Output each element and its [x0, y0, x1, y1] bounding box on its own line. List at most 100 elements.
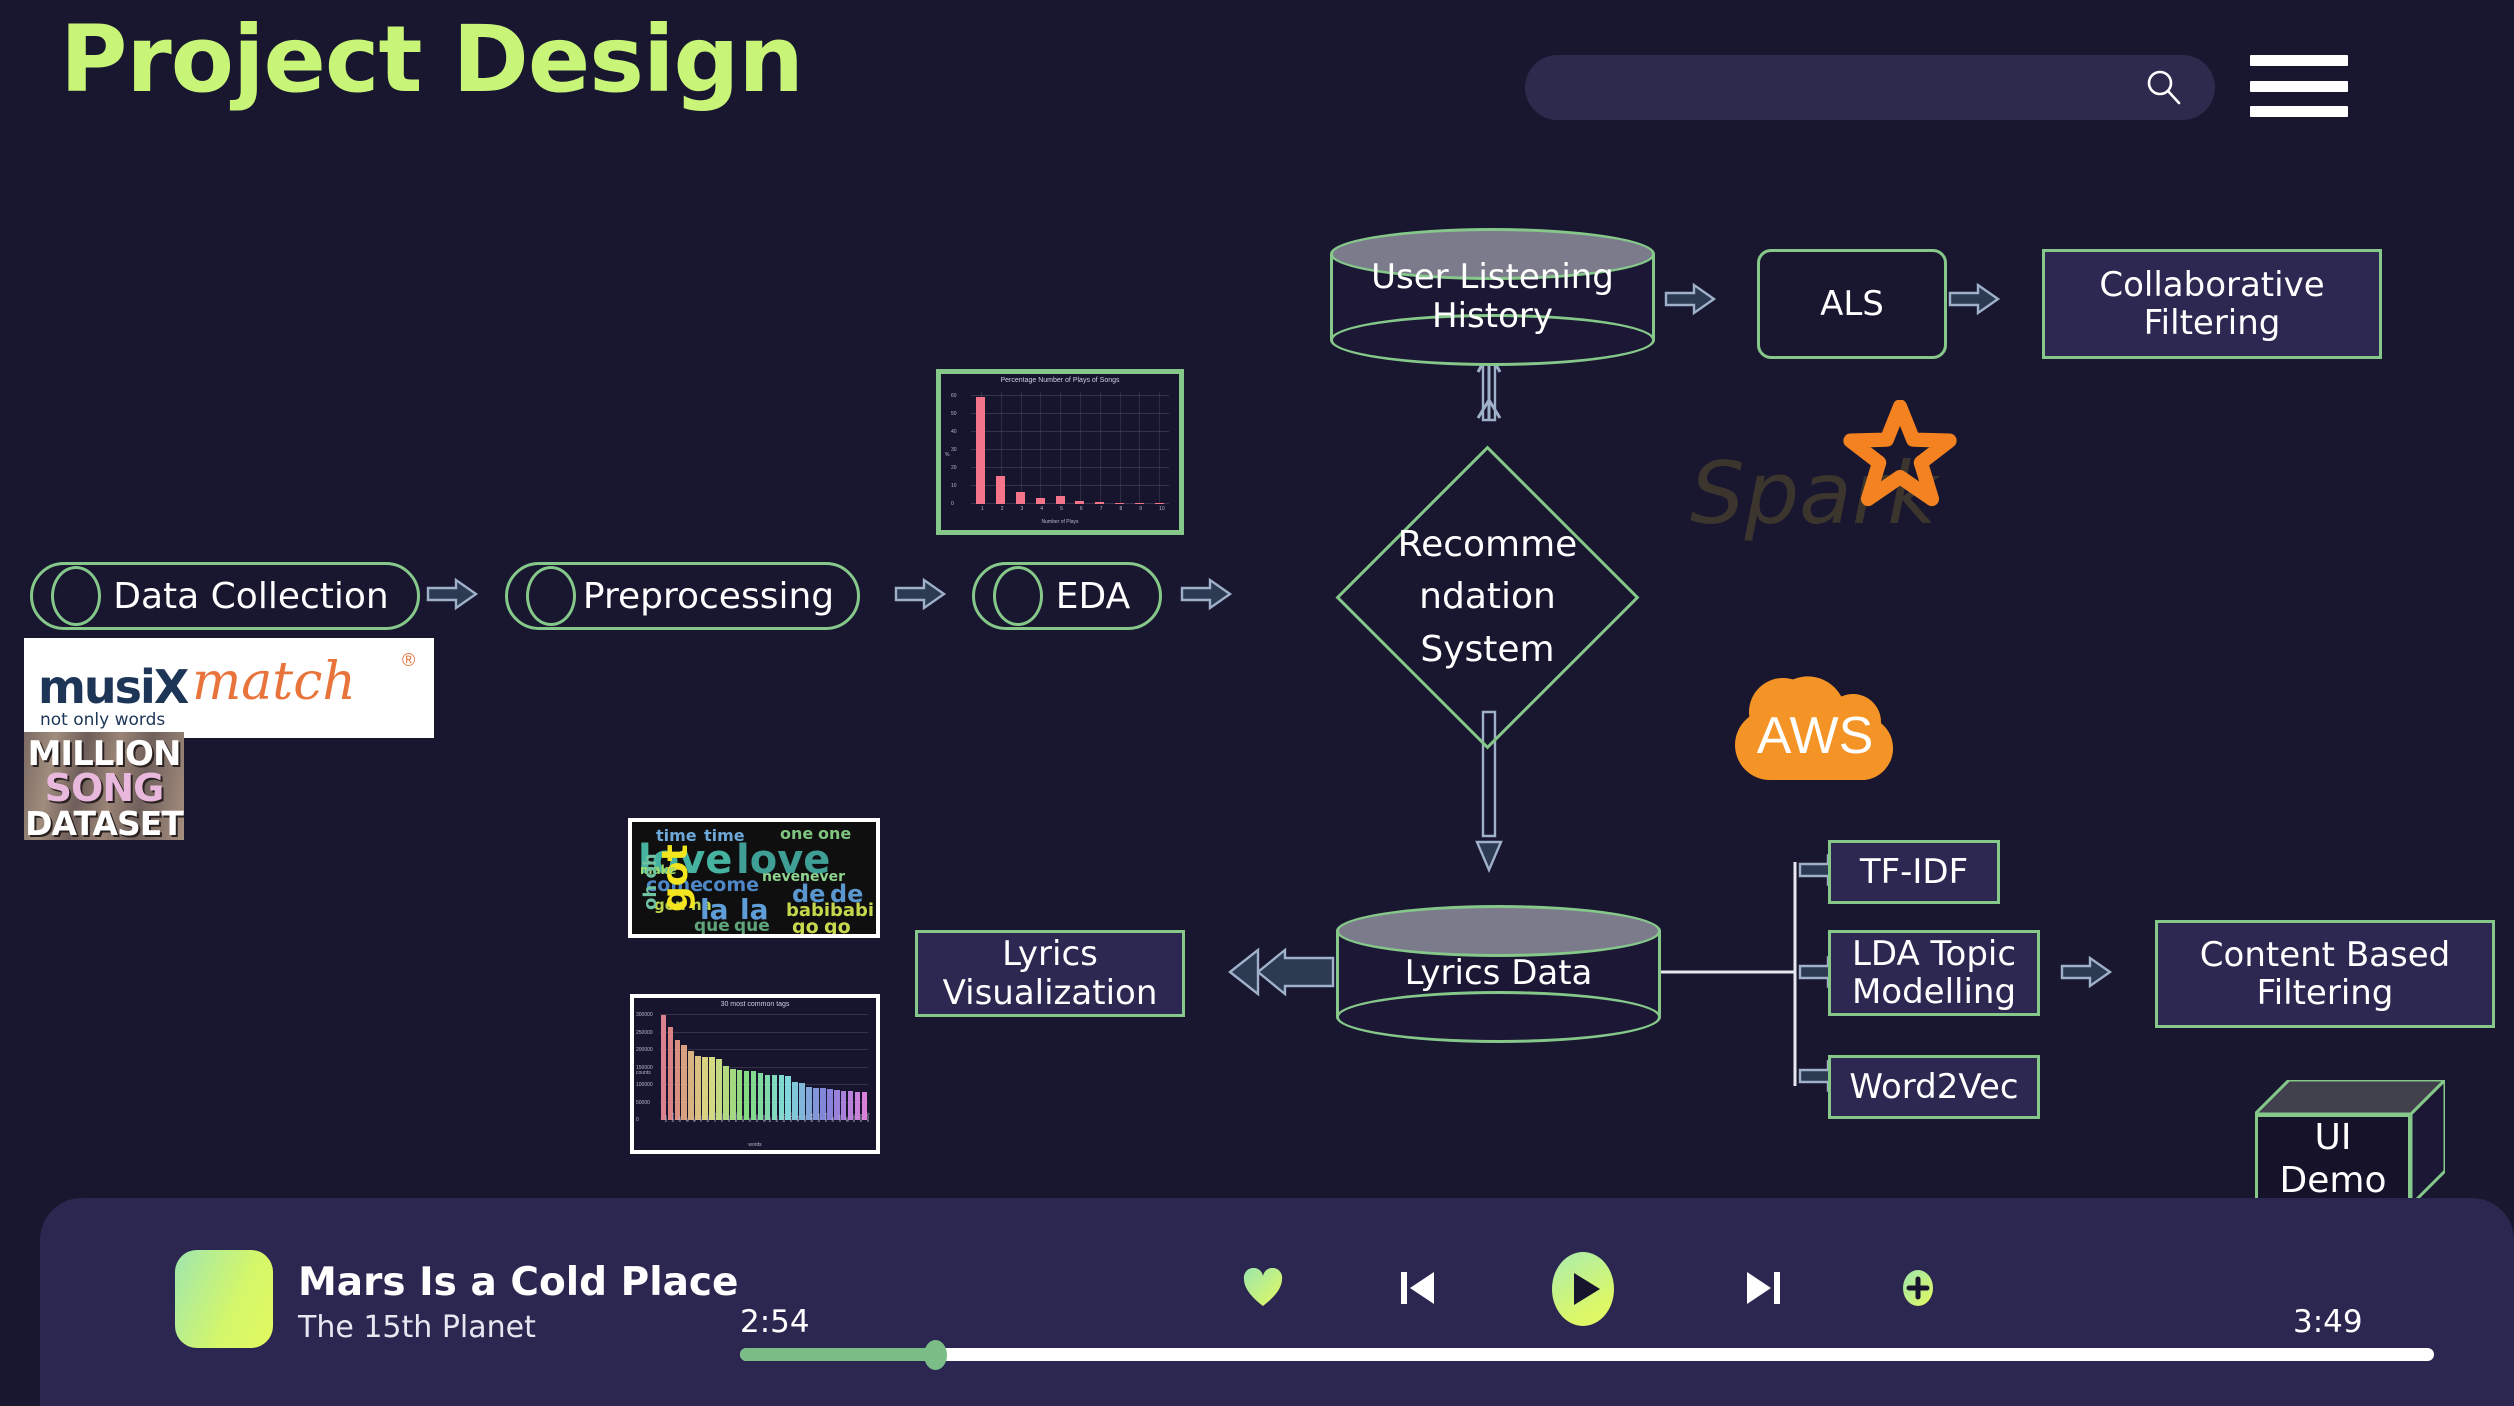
node-label: EDA [1055, 575, 1131, 617]
chart-xtick-label: take [753, 1114, 759, 1122]
node-user-listening-history[interactable]: User Listening History [1330, 228, 1655, 366]
musixmatch-word: musiX [38, 660, 189, 714]
chart-bar [1016, 491, 1025, 504]
chart-canvas: Percentage Number of Plays of Songs 0 10 2… [941, 374, 1179, 530]
chart-bar [764, 1074, 771, 1120]
chart-bar [660, 1015, 667, 1120]
arrow-eda-recommendation [1180, 578, 1232, 610]
node-label-line: Recomme [1397, 524, 1578, 566]
node-label: Data Collection [113, 575, 389, 617]
chart-ytick-label: 100000 [636, 1082, 653, 1089]
plus-circle-icon[interactable] [1900, 1268, 1936, 1308]
node-lyrics-visualization[interactable]: Lyrics Visualization [915, 930, 1185, 1017]
play-button[interactable] [1552, 1252, 1614, 1326]
node-label-line: LDA Topic [1851, 933, 2017, 974]
chart-bar [667, 1026, 674, 1120]
chart-ytick-label: 40 [951, 428, 957, 435]
node-label: UI Demo [2255, 1114, 2411, 1205]
chart-gridline [1099, 392, 1101, 504]
chart-xtick-label: 6 [1079, 506, 1083, 512]
node-label: Word2Vec [1849, 1066, 2019, 1107]
node-label: Preprocessing [582, 575, 835, 617]
arrow-als-collabfiltering [1948, 283, 2000, 315]
hamburger-bar [2250, 55, 2348, 66]
chart-bar [681, 1045, 688, 1120]
progress-knob[interactable] [923, 1340, 947, 1370]
node-tf-idf[interactable]: TF-IDF [1828, 840, 2000, 904]
search-icon[interactable] [2145, 68, 2183, 106]
progress-fill [740, 1348, 935, 1361]
chart-xtick-label: way [802, 1114, 808, 1122]
node-eda[interactable]: EDA [972, 562, 1162, 630]
chart-xtick-label: know [670, 1112, 676, 1122]
chart-gridline [1159, 392, 1161, 504]
search-input[interactable] [1525, 55, 2215, 120]
chart-xtick-label: like [677, 1115, 683, 1122]
chart-xtick-label: day [795, 1115, 801, 1122]
chart-xtick-label: 8 [1119, 506, 1123, 512]
node-lda-topic-modelling[interactable]: LDA Topic Modelling [1828, 930, 2040, 1016]
node-ui-demo[interactable]: UI Demo [2255, 1080, 2445, 1205]
node-data-collection[interactable]: Data Collection [30, 562, 420, 630]
node-preprocessing[interactable]: Preprocessing [505, 562, 860, 630]
node-label-line: System [1420, 628, 1555, 670]
chart-plot-area [660, 1012, 868, 1120]
node-label-line: Filtering [2143, 303, 2281, 343]
chart-ytick-label: 50 [951, 410, 957, 417]
million-song-dataset-logo: MILLION SONG DATASET [24, 732, 184, 840]
chart-bar [1154, 502, 1164, 504]
node-label: Recomme ndation System [1398, 490, 1578, 705]
chart-xtick-label: man [850, 1114, 856, 1122]
chart-xtick-label: look [836, 1114, 842, 1122]
chart-xtick-label: get [691, 1116, 697, 1122]
skip-next-icon[interactable] [1745, 1268, 1781, 1308]
node-label: LDA Topic Modelling [1852, 935, 2016, 1011]
chart-xtick-label: 10 [1159, 506, 1165, 512]
chart-eda-plays: Percentage Number of Plays of Songs 0 10 2… [936, 369, 1184, 535]
chart-xtick-label: 2 [1000, 506, 1004, 512]
node-recommendation-system[interactable]: Recomme ndation System [1335, 445, 1640, 750]
chart-bar [702, 1056, 708, 1120]
hamburger-menu-icon[interactable] [2250, 55, 2348, 117]
chart-bar [1115, 502, 1124, 504]
chart-gridline [1139, 392, 1141, 504]
chart-xtick-label: 4 [1040, 506, 1044, 512]
album-art[interactable] [175, 1250, 273, 1348]
chart-ytick-label: 0 [636, 1117, 639, 1123]
node-collaborative-filtering[interactable]: Collaborative Filtering [2042, 249, 2382, 359]
chart-xtick-label: want [718, 1113, 724, 1122]
chart-xtick-label: right [857, 1114, 863, 1122]
chart-xtick-label: baby [781, 1113, 787, 1122]
chart-bar [1055, 496, 1065, 504]
chart-gridline [1079, 392, 1081, 504]
duration-time: 3:49 [2293, 1304, 2363, 1340]
chart-bar [1075, 500, 1085, 504]
node-label-line: UI [2314, 1117, 2352, 1159]
skip-previous-icon[interactable] [1400, 1268, 1436, 1308]
chart-ylabel: counts [636, 1070, 651, 1076]
chart-bar [695, 1056, 701, 1120]
chart-common-tags: 30 most common tags 0 50000 100000 150000 20… [630, 994, 880, 1154]
node-als[interactable]: ALS [1757, 249, 1947, 359]
node-content-based-filtering[interactable]: Content Based Filtering [2155, 920, 2495, 1028]
lyrics-wordcloud-image: love love time time one one come come ne… [628, 818, 880, 938]
chart-xtick-label: one [698, 1115, 704, 1122]
progress-slider[interactable] [740, 1340, 2434, 1370]
chart-ytick-label: 20 [951, 464, 957, 471]
chart-xtick-label: think [809, 1113, 815, 1122]
heart-icon[interactable] [1242, 1268, 1284, 1308]
chart-bar [723, 1065, 729, 1120]
node-lyrics-data[interactable]: Lyrics Data [1336, 905, 1661, 1043]
chart-xtick-label: time [705, 1114, 711, 1122]
chart-gridline [660, 1014, 868, 1016]
musixmatch-tagline: not only words [40, 710, 166, 730]
chart-ytick-label: 250000 [636, 1029, 653, 1036]
chart-ytick-label: 0 [951, 501, 954, 507]
node-label-line: History [1432, 296, 1553, 336]
chart-bar [996, 476, 1006, 504]
node-label: Collaborative Filtering [2099, 266, 2324, 342]
node-label-line: Content Based [2199, 934, 2451, 975]
chart-bar [792, 1081, 798, 1120]
node-word2vec[interactable]: Word2Vec [1828, 1055, 2040, 1119]
node-label-line: Lyrics [1002, 934, 1098, 975]
